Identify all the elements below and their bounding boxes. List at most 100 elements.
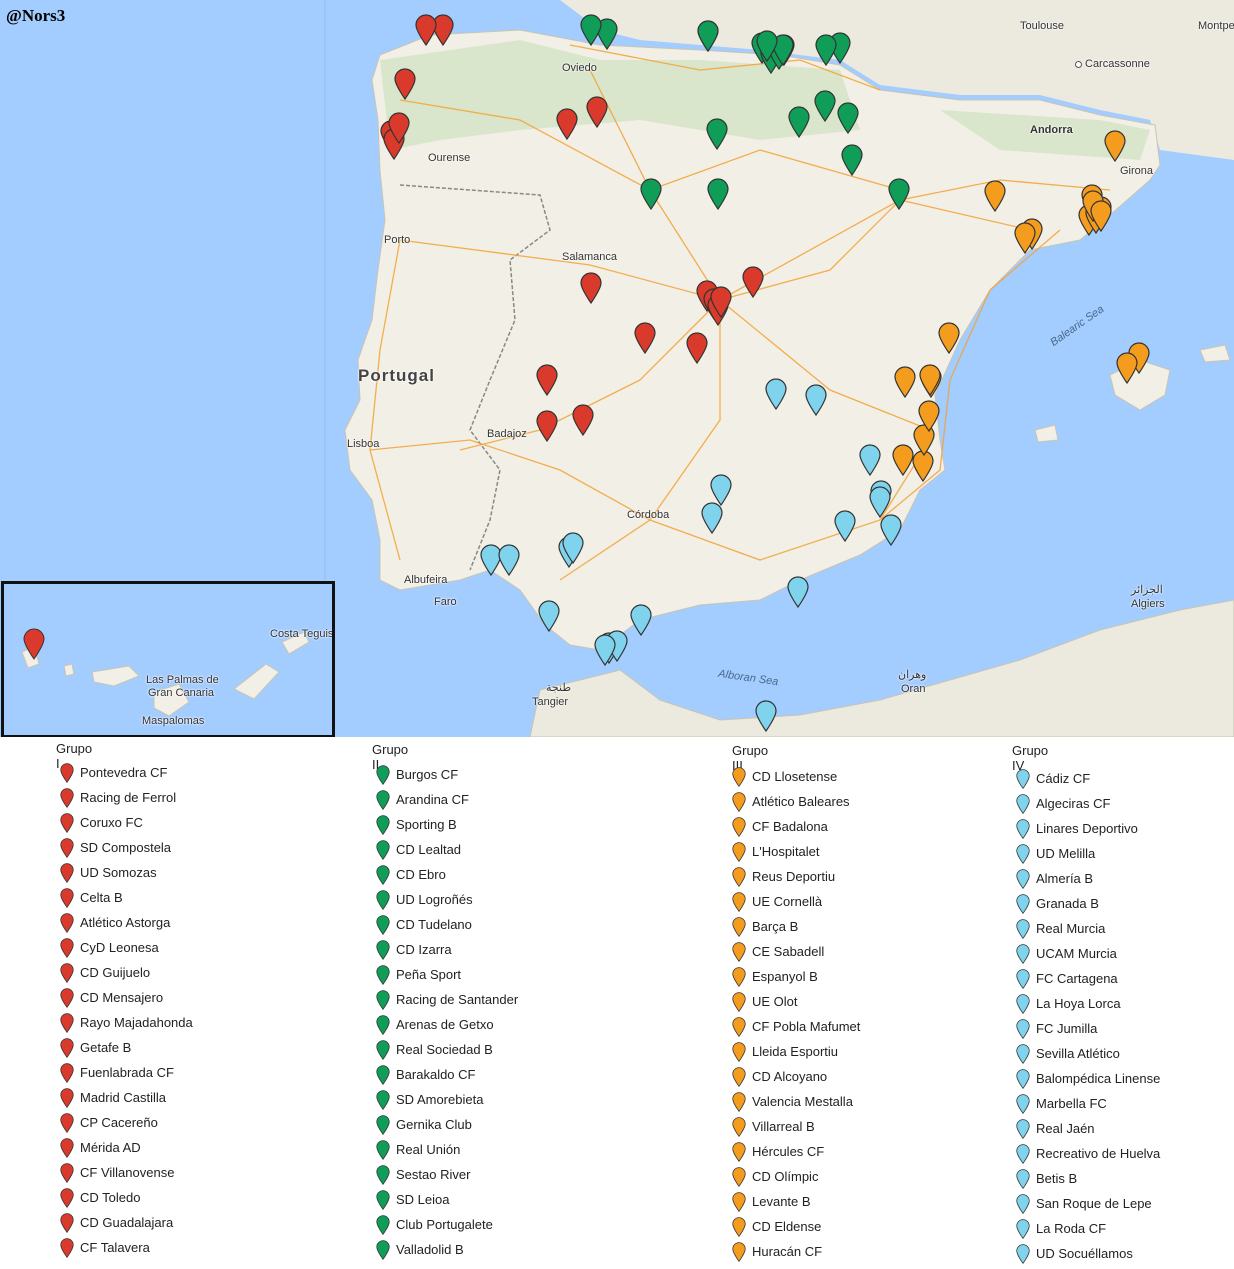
team-name: CF Pobla Mafumet: [752, 1019, 861, 1034]
marker-icon: [60, 863, 74, 884]
marker-grupo4-ud-socuellamos[interactable]: [805, 384, 827, 416]
marker-grupo2-barakaldo-cf[interactable]: [815, 34, 837, 66]
marker-icon: [376, 765, 390, 786]
marker-grupo4-la-hoya-lorca[interactable]: [869, 486, 891, 518]
marker-grupo3-atletico-baleares[interactable]: [1116, 352, 1138, 384]
team-name: CE Sabadell: [752, 944, 825, 959]
marker-grupo1-celta-b[interactable]: [394, 68, 416, 100]
marker-grupo1-ud-somozas[interactable]: [415, 14, 437, 46]
marker-grupo1-madrid-castilla[interactable]: [710, 286, 732, 318]
canary-islands-inset[interactable]: Costa Teguise Las Palmas de Gran Canaria…: [1, 581, 335, 737]
team-name: Racing de Ferrol: [80, 790, 177, 805]
marker-grupo2-ud-logrones[interactable]: [837, 102, 859, 134]
marker-grupo4-ucam-murcia[interactable]: [880, 514, 902, 546]
marker-grupo2-cd-tudelano[interactable]: [841, 144, 863, 176]
city-label: Oviedo: [562, 62, 597, 74]
marker-grupo2-burgos-cf[interactable]: [640, 178, 662, 210]
marker-grupo1-merida-ad[interactable]: [536, 364, 558, 396]
marker-grupo4-almeria-b[interactable]: [787, 576, 809, 608]
marker-grupo2-cd-lealtad[interactable]: [580, 14, 602, 46]
city-label: Oran: [901, 683, 926, 695]
team-name: UCAM Murcia: [1036, 946, 1117, 961]
team-name: CD Eldense: [752, 1219, 822, 1234]
marker-grupo3-espanyol-b[interactable]: [1090, 200, 1112, 232]
team-name: Arandina CF: [396, 792, 469, 807]
team-name: CF Villanovense: [80, 1165, 175, 1180]
marker-grupo4-marbella-fc[interactable]: [594, 634, 616, 666]
marker-grupo1-cd-mensajero[interactable]: [23, 628, 45, 660]
inset-city-label: Gran Canaria: [148, 687, 215, 699]
marker-grupo3-lleida-esportiu[interactable]: [984, 180, 1006, 212]
marker-icon: [1016, 994, 1030, 1015]
map[interactable]: @Nors3 Portugal Toulouse Carcassonne Mon…: [0, 0, 1234, 737]
marker-grupo1-cf-talavera[interactable]: [686, 332, 708, 364]
marker-grupo2-gernika-club[interactable]: [814, 90, 836, 122]
marker-grupo3-levante-b[interactable]: [918, 400, 940, 432]
marker-grupo4-cadiz-cf[interactable]: [538, 600, 560, 632]
team-name: CP Cacereño: [80, 1115, 158, 1130]
city-label: Albufeira: [404, 574, 448, 586]
team-name: Barça B: [752, 919, 799, 934]
marker-icon: [60, 1213, 74, 1234]
marker-grupo1-sd-compostela[interactable]: [388, 112, 410, 144]
marker-grupo1-atletico-astorga[interactable]: [556, 108, 578, 140]
team-name: CD Guadalajara: [80, 1215, 174, 1230]
team-name: SD Leioa: [396, 1192, 450, 1207]
marker-grupo4-real-murcia[interactable]: [859, 444, 881, 476]
city-label: Lisboa: [347, 438, 380, 450]
team-name: Villarreal B: [752, 1119, 815, 1134]
city-label: Tangier: [532, 696, 569, 708]
marker-grupo4-la-roda-cf[interactable]: [765, 378, 787, 410]
marker-grupo2-pena-sport[interactable]: [706, 118, 728, 150]
marker-grupo3-cd-olimpic[interactable]: [894, 366, 916, 398]
team-name: Celta B: [80, 890, 123, 905]
team-name: UD Logroñés: [396, 892, 473, 907]
marker-grupo2-valladolid-b[interactable]: [697, 20, 719, 52]
marker-grupo2-real-union[interactable]: [788, 106, 810, 138]
team-name: Reus Deportiu: [752, 869, 836, 884]
marker-grupo1-cf-villanovense[interactable]: [572, 404, 594, 436]
marker-icon: [376, 890, 390, 911]
marker-grupo1-cp-cacereno[interactable]: [536, 410, 558, 442]
team-name: Pontevedra CF: [80, 765, 168, 780]
marker-grupo4-betis-b[interactable]: [562, 532, 584, 564]
team-name: Arenas de Getxo: [396, 1017, 494, 1032]
team-name: Real Sociedad B: [396, 1042, 493, 1057]
marker-icon: [732, 817, 746, 838]
city-label: Toulouse: [1020, 20, 1065, 32]
marker-icon: [732, 892, 746, 913]
marker-icon: [60, 838, 74, 859]
city-label: Porto: [384, 234, 411, 246]
marker-grupo3-cd-eldense[interactable]: [892, 444, 914, 476]
marker-grupo3-huracan-cf[interactable]: [919, 364, 941, 396]
marker-grupo1-cd-toledo[interactable]: [634, 322, 656, 354]
marker-grupo3-villarreal-b[interactable]: [938, 322, 960, 354]
marker-grupo3-ue-olot[interactable]: [1104, 130, 1126, 162]
marker-grupo1-cd-guadalajara[interactable]: [742, 266, 764, 298]
marker-grupo4-ud-melilla[interactable]: [755, 700, 777, 732]
marker-grupo4-real-jaen[interactable]: [701, 502, 723, 534]
marker-grupo4-fc-jumilla[interactable]: [834, 510, 856, 542]
country-label-portugal: Portugal: [358, 366, 435, 385]
marker-icon: [376, 1165, 390, 1186]
marker-grupo4-granada-b[interactable]: [630, 604, 652, 636]
marker-grupo2-club-portugalete[interactable]: [756, 30, 778, 62]
team-name: L'Hospitalet: [752, 844, 820, 859]
marker-grupo4-san-roque-de-lepe[interactable]: [498, 544, 520, 576]
marker-icon: [732, 1117, 746, 1138]
marker-grupo3-cf-pobla-mafumet[interactable]: [1014, 222, 1036, 254]
marker-grupo2-cd-izarra[interactable]: [888, 178, 910, 210]
city-label: Montpellier: [1198, 20, 1234, 32]
team-name: UE Olot: [752, 994, 798, 1009]
marker-grupo1-cyd-leonesa[interactable]: [586, 96, 608, 128]
team-name: Barakaldo CF: [396, 1067, 476, 1082]
team-name: Burgos CF: [396, 767, 459, 782]
team-name: CD Ebro: [396, 867, 446, 882]
marker-icon: [732, 942, 746, 963]
team-name: CyD Leonesa: [80, 940, 159, 955]
marker-icon: [60, 1188, 74, 1209]
marker-grupo1-cd-guijuelo[interactable]: [580, 272, 602, 304]
marker-icon: [732, 1067, 746, 1088]
team-name: UD Socuéllamos: [1036, 1246, 1133, 1261]
marker-grupo2-arandina-cf[interactable]: [707, 178, 729, 210]
